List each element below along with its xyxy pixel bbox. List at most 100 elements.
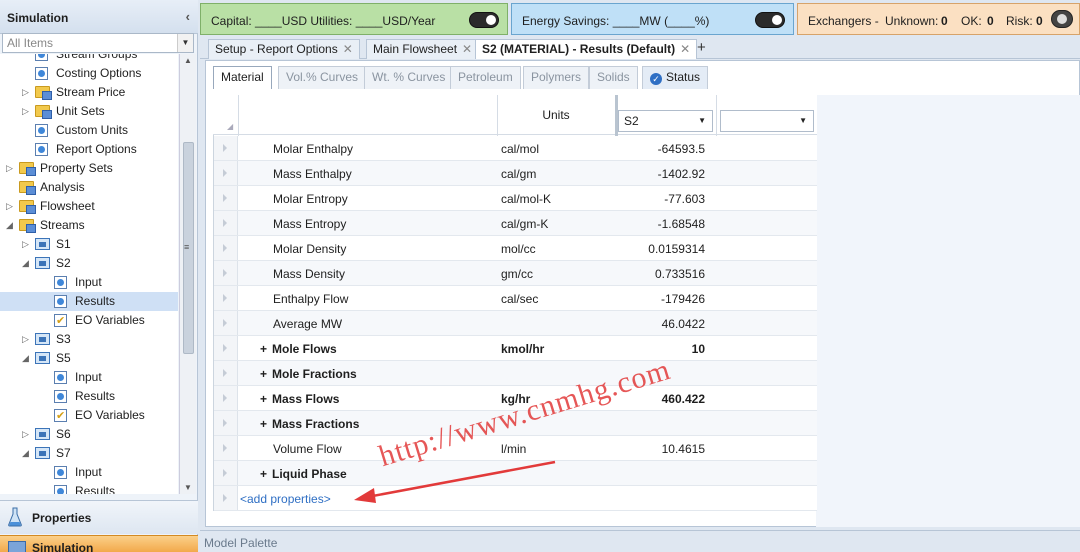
tree-item[interactable]: ▷ Unit Sets xyxy=(0,102,178,121)
tree-scrollbar[interactable]: ▲ ≡ ▼ xyxy=(179,54,196,494)
property-units: cal/gm-K xyxy=(501,217,549,231)
tab-main-flowsheet[interactable]: Main Flowsheet ✕ xyxy=(366,39,480,59)
table-row[interactable]: Mass Enthalpy cal/gm -1402.92 xyxy=(214,161,817,186)
tree-item[interactable]: ▷ Stream Price xyxy=(0,83,178,102)
expanded-icon[interactable]: ◢ xyxy=(21,444,30,463)
tree-item[interactable]: Results xyxy=(0,292,178,311)
row-handle[interactable] xyxy=(214,386,238,410)
row-handle[interactable] xyxy=(214,411,238,435)
row-handle[interactable] xyxy=(214,161,238,185)
properties-nav-button[interactable]: Properties xyxy=(0,500,198,534)
row-handle[interactable] xyxy=(214,486,238,510)
capital-toggle[interactable] xyxy=(469,12,499,28)
table-row[interactable]: Molar Enthalpy cal/mol -64593.5 xyxy=(214,136,817,161)
table-row[interactable]: Molar Density mol/cc 0.0159314 xyxy=(214,236,817,261)
model-palette-bar[interactable]: Model Palette xyxy=(200,530,1080,552)
tree-item[interactable]: ▷ Flowsheet xyxy=(0,197,178,216)
subtab-vol-curves[interactable]: Vol.% Curves xyxy=(278,66,367,89)
tree-item[interactable]: ◢ S7 xyxy=(0,444,178,463)
close-icon[interactable]: ✕ xyxy=(462,42,472,56)
form-icon xyxy=(35,67,48,80)
expand-icon[interactable]: ▷ xyxy=(5,197,14,216)
subtab-petroleum[interactable]: Petroleum xyxy=(450,66,521,89)
row-handle[interactable] xyxy=(214,311,238,335)
tab-setup-report-options[interactable]: Setup - Report Options ✕ xyxy=(208,39,360,59)
expand-plus-icon[interactable]: + xyxy=(260,392,267,406)
tree-item[interactable]: ▷ S1 xyxy=(0,235,178,254)
subtab-status[interactable]: ✓ Status xyxy=(642,66,709,89)
subtab-polymers[interactable]: Polymers xyxy=(523,66,590,89)
table-row[interactable]: + Mole Flows kmol/hr 10 xyxy=(214,336,817,361)
row-handle[interactable] xyxy=(214,286,238,310)
close-icon[interactable]: ✕ xyxy=(343,42,353,56)
tree-item[interactable]: ◢ S5 xyxy=(0,349,178,368)
row-handle[interactable] xyxy=(214,436,238,460)
scroll-up-icon[interactable]: ▲ xyxy=(184,56,192,65)
table-row[interactable]: Average MW 46.0422 xyxy=(214,311,817,336)
tree-item[interactable]: Input xyxy=(0,463,178,482)
folder-icon xyxy=(19,162,36,176)
tree-item[interactable]: ◢ Streams xyxy=(0,216,178,235)
stream-select-empty[interactable]: ▼ xyxy=(720,110,814,132)
tab-s2-results[interactable]: S2 (MATERIAL) - Results (Default) ✕ xyxy=(475,39,698,59)
row-handle[interactable] xyxy=(214,461,238,485)
expand-plus-icon[interactable]: + xyxy=(260,417,267,431)
tree-item[interactable]: Input xyxy=(0,368,178,387)
tree-item[interactable]: ◢ S2 xyxy=(0,254,178,273)
expand-icon[interactable]: ▷ xyxy=(21,102,30,121)
stream-select[interactable]: S2 ▼ xyxy=(618,110,713,132)
tree-item[interactable]: Results xyxy=(0,387,178,406)
exchanger-options-icon[interactable] xyxy=(1051,10,1073,28)
row-handle[interactable] xyxy=(214,336,238,360)
close-icon[interactable]: ✕ xyxy=(680,42,690,56)
tree-item[interactable]: Stream Groups xyxy=(0,54,178,64)
nav-filter-select[interactable]: ▼ xyxy=(2,33,194,53)
expanded-icon[interactable]: ◢ xyxy=(5,216,14,235)
row-handle[interactable] xyxy=(214,361,238,385)
subtab-wt-curves[interactable]: Wt. % Curves xyxy=(364,66,454,89)
energy-toggle[interactable] xyxy=(755,12,785,28)
row-handle[interactable] xyxy=(214,211,238,235)
expand-plus-icon[interactable]: + xyxy=(260,342,267,356)
tree-item[interactable]: Input xyxy=(0,273,178,292)
tree-item[interactable]: Custom Units xyxy=(0,121,178,140)
simulation-nav-button[interactable]: Simulation xyxy=(0,535,198,552)
tree-item[interactable]: Results xyxy=(0,482,178,494)
expanded-icon[interactable]: ◢ xyxy=(21,349,30,368)
collapse-icon[interactable]: ‹ xyxy=(186,9,190,24)
table-row[interactable]: + Mole Fractions xyxy=(214,361,817,386)
expand-icon[interactable]: ▷ xyxy=(5,159,14,178)
row-handle[interactable] xyxy=(214,236,238,260)
tree-item[interactable]: EO Variables xyxy=(0,311,178,331)
tree-item[interactable]: ▷ S3 xyxy=(0,330,178,349)
table-row[interactable]: Mass Density gm/cc 0.733516 xyxy=(214,261,817,286)
tree-item[interactable]: Costing Options xyxy=(0,64,178,83)
table-row[interactable]: Molar Entropy cal/mol-K -77.603 xyxy=(214,186,817,211)
tree-item[interactable]: EO Variables xyxy=(0,406,178,426)
subtab-material[interactable]: Material xyxy=(213,66,272,89)
expand-plus-icon[interactable]: + xyxy=(260,367,267,381)
tree-item[interactable]: ▷ S6 xyxy=(0,425,178,444)
row-handle[interactable] xyxy=(214,186,238,210)
tree-item[interactable]: Report Options xyxy=(0,140,178,159)
tree-item[interactable]: Analysis xyxy=(0,178,178,197)
table-row[interactable]: Mass Entropy cal/gm-K -1.68548 xyxy=(214,211,817,236)
subtab-solids[interactable]: Solids xyxy=(589,66,638,89)
expanded-icon[interactable]: ◢ xyxy=(21,254,30,273)
table-row[interactable]: Enthalpy Flow cal/sec -179426 xyxy=(214,286,817,311)
add-properties-link[interactable]: <add properties> xyxy=(240,492,331,506)
property-value: 10.4615 xyxy=(661,442,705,456)
chevron-down-icon[interactable]: ▼ xyxy=(177,34,193,52)
tree-item-label: Unit Sets xyxy=(56,104,105,118)
row-handle[interactable] xyxy=(214,261,238,285)
add-tab-icon[interactable]: + xyxy=(697,39,706,56)
row-handle[interactable] xyxy=(214,136,238,160)
tree-item[interactable]: ▷ Property Sets xyxy=(0,159,178,178)
expand-icon[interactable]: ▷ xyxy=(21,235,30,254)
scroll-down-icon[interactable]: ▼ xyxy=(184,483,192,492)
expand-icon[interactable]: ▷ xyxy=(21,83,30,102)
expand-plus-icon[interactable]: + xyxy=(260,467,267,481)
expand-icon[interactable]: ▷ xyxy=(21,425,30,444)
expand-icon[interactable]: ▷ xyxy=(21,330,30,349)
nav-filter-input[interactable] xyxy=(3,34,173,52)
